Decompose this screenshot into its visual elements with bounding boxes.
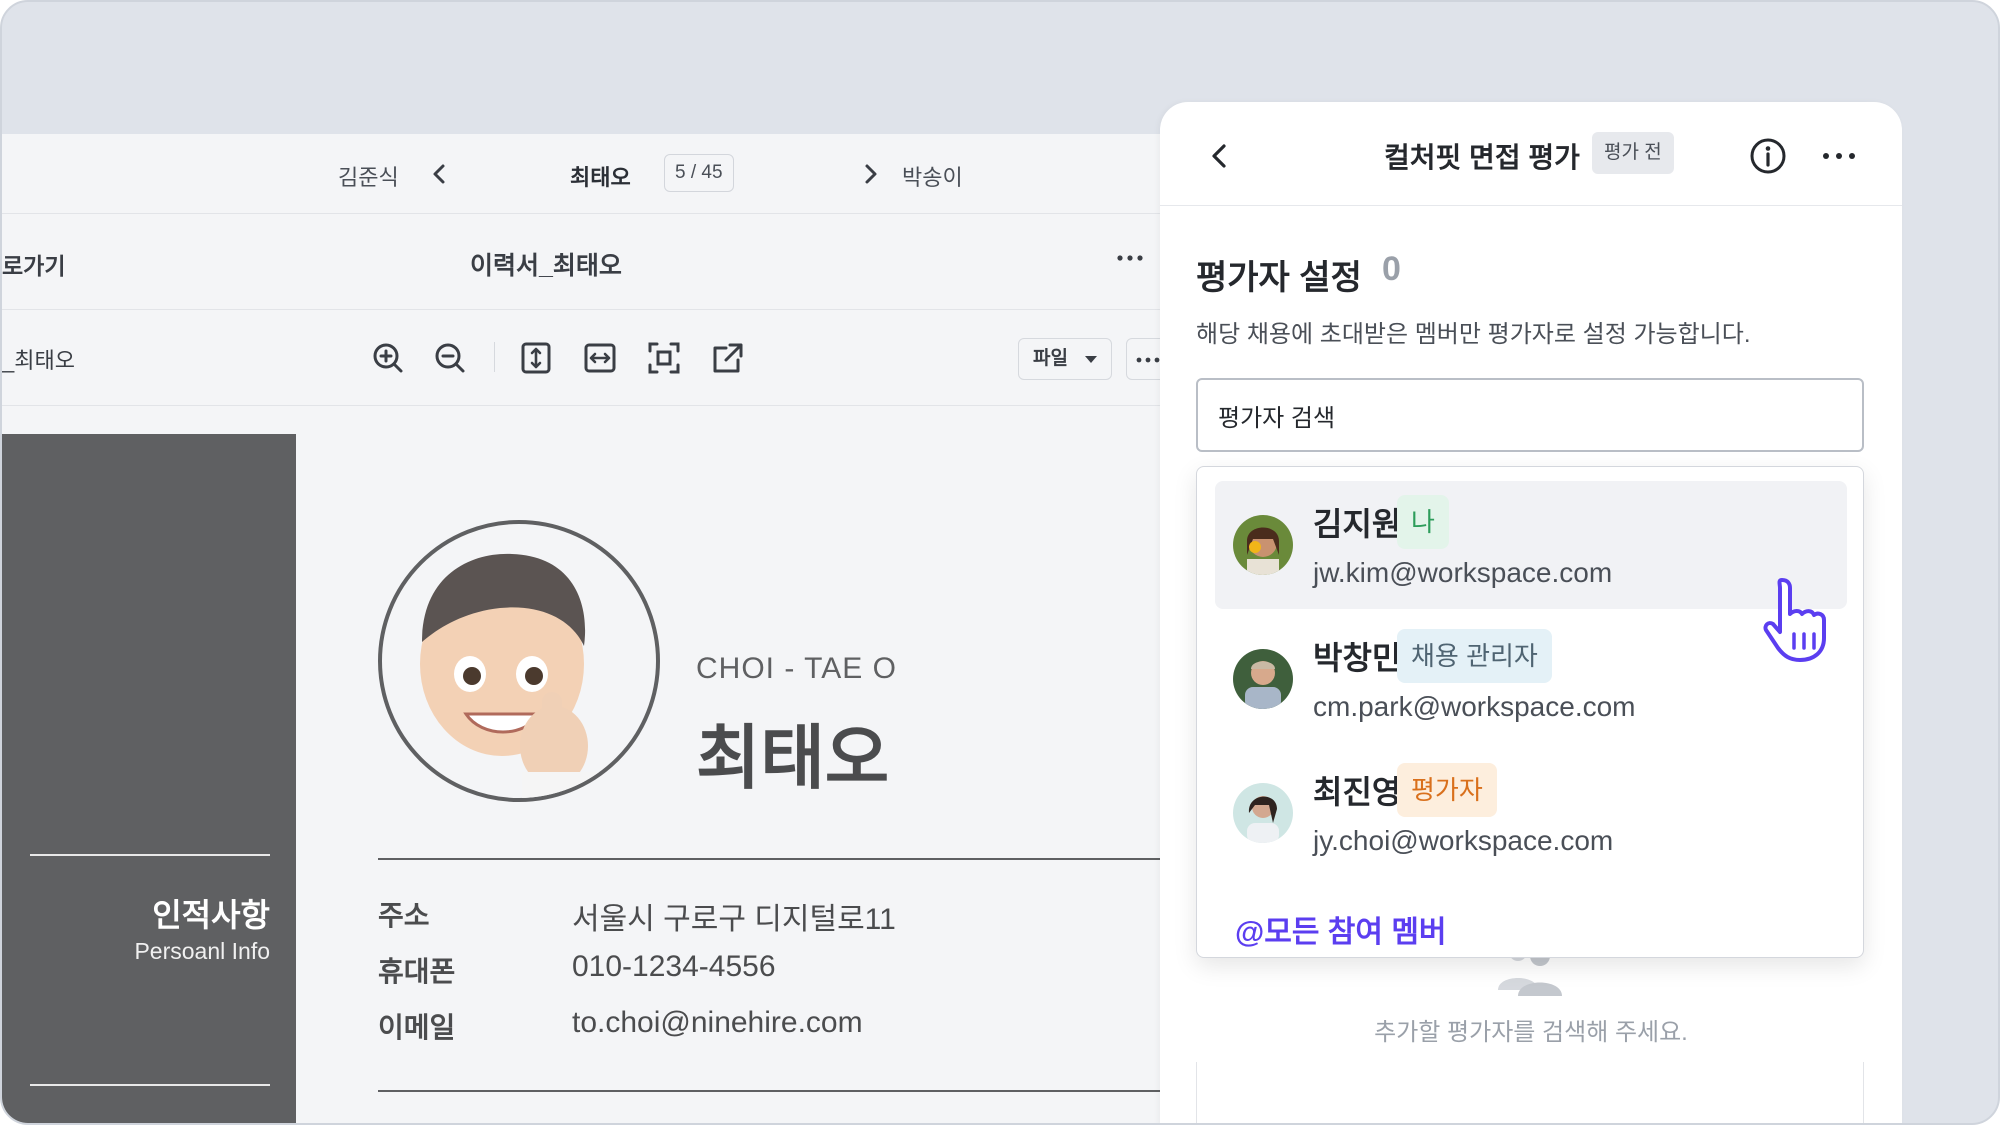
candidate-photo <box>378 520 660 802</box>
document-title: 이력서_최태오 <box>470 252 622 280</box>
fit-height-icon[interactable] <box>516 338 556 378</box>
back-icon[interactable] <box>1202 138 1238 174</box>
prev-candidate-name[interactable]: 김준식 <box>338 160 399 192</box>
evaluator-name: 최진영 <box>1313 774 1402 810</box>
evaluator-name: 박창민 <box>1313 640 1402 676</box>
avatar <box>1233 783 1293 843</box>
more-icon[interactable] <box>1112 240 1148 276</box>
toolbar-divider <box>494 342 495 372</box>
file-select-dropdown[interactable]: 파일 <box>1018 338 1112 380</box>
evaluator-tag: 평가자 <box>1397 763 1497 817</box>
email-value: to.choi@ninehire.com <box>572 1006 863 1039</box>
all-members-option[interactable]: @모든 참여 멤버 <box>1235 907 1447 951</box>
evaluator-search-input[interactable] <box>1196 378 1864 452</box>
candidate-korean-name: 최태오 <box>696 719 890 797</box>
chevron-left-icon[interactable] <box>424 158 456 190</box>
divider <box>30 1084 270 1086</box>
app-frame: 김준식 최태오 5 / 45 박송이 로가기 이력서_최태오 _최태오 파일 인… <box>0 0 2000 1125</box>
section-subtitle: Persoanl Info <box>134 938 270 964</box>
panel-header: 컬처핏 면접 평가 평가 전 <box>1160 102 1902 206</box>
evaluator-option[interactable]: 박창민 채용 관리자 cm.park@workspace.com <box>1215 615 1847 743</box>
candidate-roman-name: CHOI - TAE O <box>696 652 897 685</box>
document-header: 로가기 이력서_최태오 <box>2 214 1162 310</box>
file-name: _최태오 <box>2 348 75 373</box>
chevron-right-icon[interactable] <box>854 158 886 190</box>
resume-sidebar: 인적사항 Persoanl Info <box>2 434 296 1123</box>
phone-value: 010-1234-4556 <box>572 950 776 983</box>
current-candidate-name: 최태오 <box>570 165 631 190</box>
address-label: 주소 <box>378 900 430 931</box>
phone-label: 휴대폰 <box>378 956 456 987</box>
more-icon[interactable] <box>1818 136 1860 176</box>
divider <box>30 854 270 856</box>
evaluator-tag: 채용 관리자 <box>1397 629 1552 683</box>
divider <box>378 1090 1162 1092</box>
evaluator-setting-description: 해당 채용에 초대받은 멤버만 평가자로 설정 가능합니다. <box>1196 321 1751 348</box>
empty-state-text: 추가할 평가자를 검색해 주세요. <box>1374 1019 1688 1046</box>
evaluator-count: 0 <box>1382 250 1401 288</box>
open-external-icon[interactable] <box>708 338 748 378</box>
resume-viewer: 김준식 최태오 5 / 45 박송이 로가기 이력서_최태오 _최태오 파일 인… <box>2 134 1162 1123</box>
evaluator-list-area <box>1196 1062 1864 1123</box>
evaluator-email: cm.park@workspace.com <box>1313 691 1636 722</box>
evaluator-option[interactable]: 최진영 평가자 jy.choi@workspace.com <box>1215 749 1847 877</box>
caret-down-icon <box>1085 356 1097 363</box>
evaluator-dropdown: 김지원 나 jw.kim@workspace.com 박창민 채용 관리자 cm… <box>1196 466 1864 958</box>
fit-page-icon[interactable] <box>644 338 684 378</box>
zoom-in-icon[interactable] <box>368 338 408 378</box>
info-icon[interactable] <box>1748 136 1788 176</box>
fit-width-icon[interactable] <box>580 338 620 378</box>
evaluator-setting-title: 평가자 설정 <box>1196 259 1362 297</box>
candidate-counter: 5 / 45 <box>664 154 734 192</box>
evaluator-email: jw.kim@workspace.com <box>1313 557 1613 588</box>
section-title: 인적사항 <box>152 897 270 933</box>
toolbar-more-button[interactable] <box>1126 338 1162 380</box>
resume-content: CHOI - TAE O 최태오 주소 서울시 구로구 디지털로11 휴대폰 0… <box>296 434 1162 1123</box>
status-badge: 평가 전 <box>1592 132 1674 174</box>
file-select-label: 파일 <box>1033 348 1068 369</box>
evaluator-option[interactable]: 김지원 나 jw.kim@workspace.com <box>1215 481 1847 609</box>
back-link[interactable]: 로가기 <box>2 247 65 281</box>
evaluator-email: jy.choi@workspace.com <box>1313 825 1614 856</box>
avatar <box>1233 515 1293 575</box>
address-value: 서울시 구로구 디지털로11 <box>572 903 896 936</box>
avatar <box>1233 649 1293 709</box>
viewer-toolbar: _최태오 파일 <box>2 310 1162 406</box>
evaluator-tag: 나 <box>1397 495 1449 549</box>
evaluator-name: 김지원 <box>1313 506 1402 542</box>
candidate-navigator: 김준식 최태오 5 / 45 박송이 <box>2 134 1162 214</box>
email-label: 이메일 <box>378 1012 456 1043</box>
zoom-out-icon[interactable] <box>430 338 470 378</box>
next-candidate-name[interactable]: 박송이 <box>902 160 963 192</box>
panel-title: 컬처핏 면접 평가 <box>1384 142 1580 173</box>
hand-pointer-icon <box>1760 574 1840 664</box>
divider <box>378 858 1162 860</box>
